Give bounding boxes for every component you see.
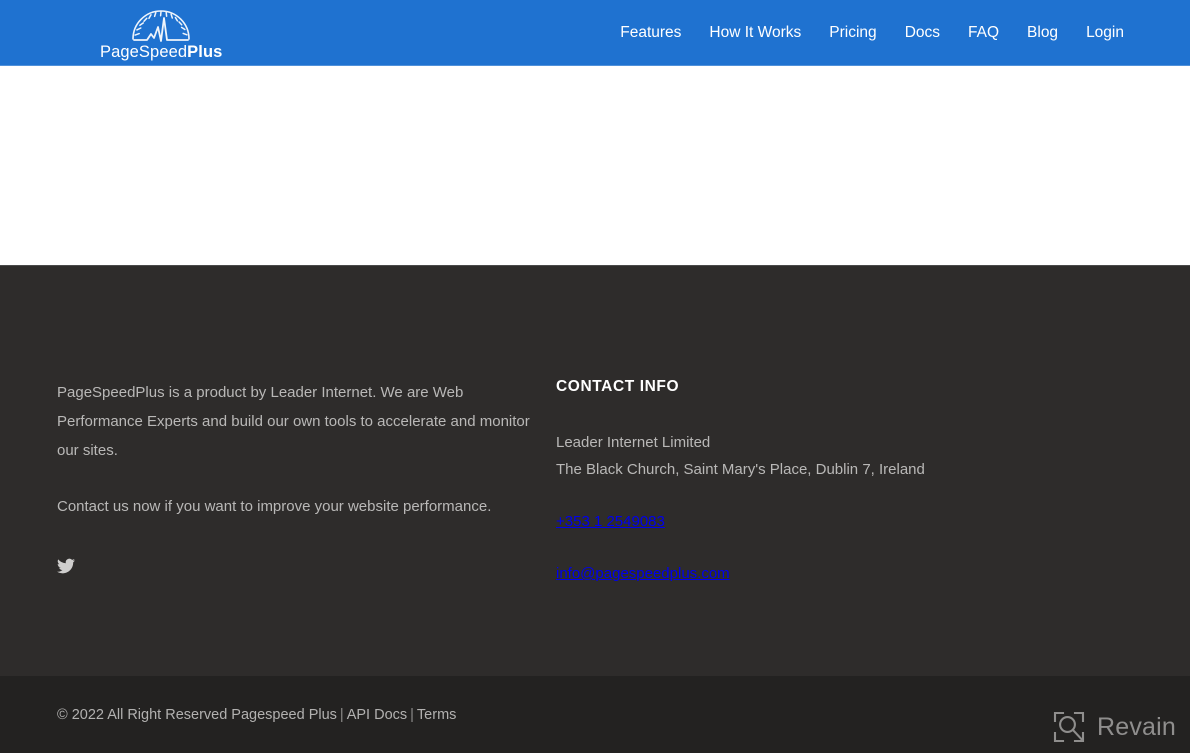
nav-item-features[interactable]: Features [606, 18, 695, 48]
speedometer-gauge-icon [125, 5, 197, 43]
contact-email-block: info@pagespeedplus.com [556, 560, 1190, 587]
about-paragraph-2: Contact us now if you want to improve yo… [57, 498, 492, 515]
copyright-line: © 2022 All Right Reserved Pagespeed Plus… [57, 707, 456, 723]
main-navigation: Features How It Works Pricing Docs FAQ B… [606, 18, 1138, 48]
contact-email[interactable]: info@pagespeedplus.com [556, 560, 1190, 587]
brand-name-light: PageSpeed [100, 43, 188, 62]
revain-logo-icon [1051, 709, 1087, 745]
contact-phone[interactable]: +353 1 2549083 [556, 508, 1190, 535]
about-paragraph-1: PageSpeedPlus is a product by Leader Int… [57, 384, 530, 459]
footer-link-api-docs[interactable]: API Docs [347, 707, 407, 723]
page-root: PageSpeedPlus Features How It Works Pric… [0, 0, 1190, 753]
contact-address: The Black Church, Saint Mary's Place, Du… [556, 461, 925, 478]
site-header: PageSpeedPlus Features How It Works Pric… [0, 0, 1190, 66]
social-links [57, 557, 555, 575]
nav-item-login[interactable]: Login [1072, 18, 1138, 48]
main-content-area [0, 66, 1190, 265]
revain-watermark-label: Revain [1096, 712, 1176, 741]
contact-company-name: Leader Internet Limited [556, 434, 711, 451]
footer-bottom-bar: © 2022 All Right Reserved Pagespeed Plus… [0, 676, 1190, 753]
copyright-text: © 2022 All Right Reserved Pagespeed Plus [57, 706, 337, 723]
twitter-icon[interactable] [57, 557, 75, 575]
copyright-separator-1: | [339, 706, 344, 723]
brand-logo-link[interactable]: PageSpeedPlus [100, 5, 222, 61]
contact-info-heading: CONTACT INFO [556, 378, 680, 395]
footer-columns: PageSpeedPlus is a product by Leader Int… [0, 378, 1190, 587]
nav-item-docs[interactable]: Docs [891, 18, 954, 48]
footer-link-terms[interactable]: Terms [417, 707, 456, 723]
nav-item-how-it-works[interactable]: How It Works [695, 18, 815, 48]
footer-main: PageSpeedPlus is a product by Leader Int… [0, 266, 1190, 676]
footer-contact-column: CONTACT INFO Leader Internet Limited The… [555, 378, 1190, 587]
contact-address-block: Leader Internet Limited The Black Church… [556, 429, 1190, 483]
brand-name-bold: Plus [187, 43, 223, 62]
revain-watermark: Revain [1051, 709, 1176, 745]
nav-item-faq[interactable]: FAQ [954, 18, 1013, 48]
footer-about-column: PageSpeedPlus is a product by Leader Int… [0, 378, 555, 587]
nav-item-pricing[interactable]: Pricing [815, 18, 890, 48]
nav-item-blog[interactable]: Blog [1013, 18, 1072, 48]
copyright-separator-2: | [410, 706, 414, 723]
contact-phone-block: +353 1 2549083 [556, 508, 1190, 535]
brand-wordmark: PageSpeedPlus [100, 44, 222, 61]
site-footer: PageSpeedPlus is a product by Leader Int… [0, 265, 1190, 753]
